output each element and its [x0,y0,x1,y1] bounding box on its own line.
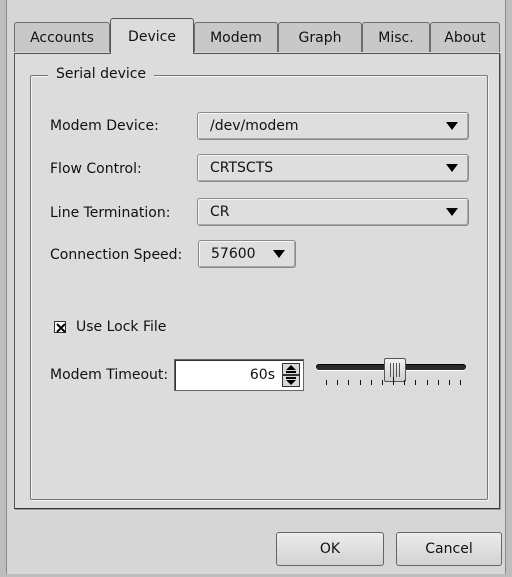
window-frame-left [0,0,7,577]
checkmark-icon [56,323,66,333]
slider-tick [415,380,416,385]
modem-timeout-spinbox[interactable]: 60s [174,359,304,391]
tab-bar: Accounts Device Modem Graph Misc. About [14,18,500,54]
modem-device-value: /dev/modem [210,118,299,134]
line-termination-value: CR [210,204,230,220]
tab-graph[interactable]: Graph [278,22,362,52]
group-title: Serial device [48,66,155,82]
tab-device[interactable]: Device [110,18,194,54]
modem-device-combo[interactable]: /dev/modem [197,112,469,140]
flow-control-value: CRTSCTS [210,160,274,176]
slider-ticks [326,377,461,388]
slider-handle[interactable] [383,358,406,382]
slider-tick [427,380,428,385]
line-termination-label: Line Termination: [50,205,171,221]
cancel-button[interactable]: Cancel [396,532,502,566]
slider-tick [360,380,361,385]
modem-device-label: Modem Device: [50,118,159,134]
use-lock-file-checkbox[interactable] [54,321,66,333]
line-termination-combo[interactable]: CR [197,198,469,226]
connection-speed-value: 57600 [211,246,256,262]
ok-button[interactable]: OK [276,532,384,566]
slider-tick [460,380,461,385]
slider-tick [438,380,439,385]
tab-misc[interactable]: Misc. [362,22,430,52]
tab-modem[interactable]: Modem [194,22,278,52]
slider-tick [393,377,394,385]
chevron-down-icon [446,122,458,130]
window-frame-right [505,0,512,577]
tab-accounts[interactable]: Accounts [14,22,110,52]
chevron-down-icon [446,164,458,172]
tab-about[interactable]: About [430,22,500,52]
slider-tick [404,380,405,385]
slider-tick [326,380,327,385]
modem-timeout-value[interactable]: 60s [250,367,275,383]
use-lock-file-label[interactable]: Use Lock File [76,319,166,335]
modem-timeout-label: Modem Timeout: [50,367,169,383]
slider-tick [337,380,338,385]
chevron-down-icon [446,208,458,216]
connection-speed-label: Connection Speed: [50,247,183,263]
flow-control-combo[interactable]: CRTSCTS [197,154,469,182]
slider-tick [348,380,349,385]
modem-timeout-slider[interactable] [314,358,470,394]
kppp-configuration-dialog: Accounts Device Modem Graph Misc. About … [0,0,512,577]
connection-speed-combo[interactable]: 57600 [198,240,296,268]
spin-down-icon[interactable] [282,375,300,387]
chevron-down-icon [273,250,285,258]
flow-control-label: Flow Control: [50,161,142,177]
slider-tick [371,380,372,385]
slider-tick [382,380,383,385]
slider-tick [449,380,450,385]
spin-up-icon[interactable] [282,363,300,375]
